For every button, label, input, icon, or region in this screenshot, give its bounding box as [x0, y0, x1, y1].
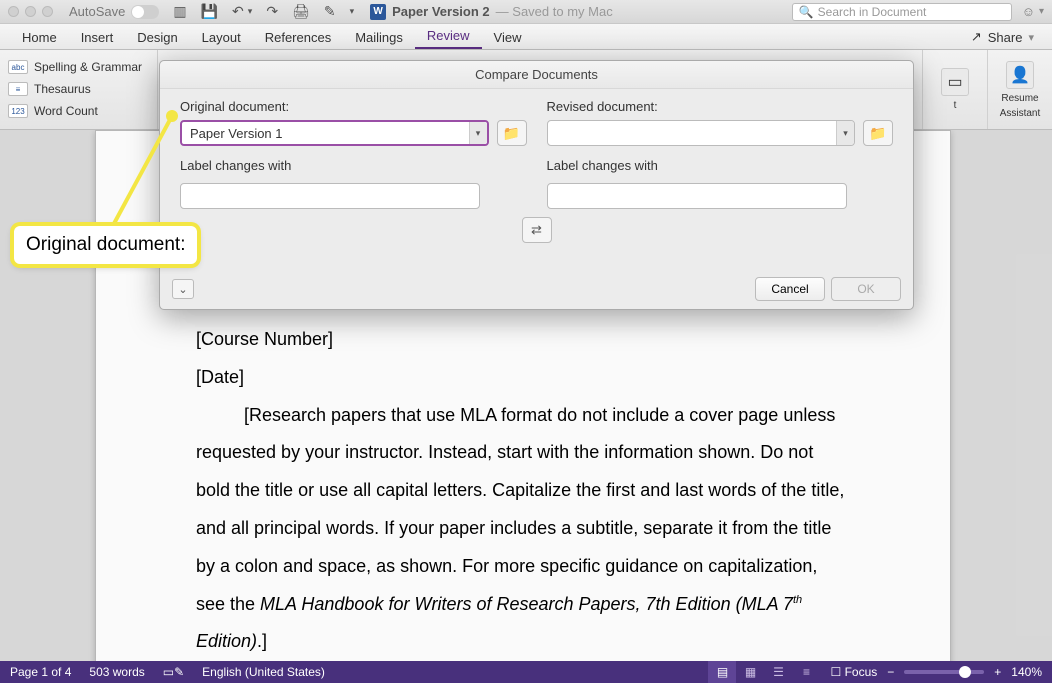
share-icon: ↗ — [971, 29, 982, 45]
draft-view-button[interactable]: ≡ — [792, 661, 820, 683]
doc-status: — Saved to my Mac — [496, 4, 613, 19]
original-document-value: Paper Version 1 — [190, 126, 283, 141]
feedback-icon[interactable]: ☺ — [1022, 4, 1035, 19]
chevron-down-icon: ⌄ — [178, 283, 187, 296]
dialog-title: Compare Documents — [160, 61, 913, 89]
undo-dropdown-icon[interactable]: ▾ — [248, 6, 253, 17]
word-app-icon: W — [370, 4, 386, 20]
ribbon-right: ▭ t 👤 Resume Assistant — [922, 50, 1052, 129]
original-browse-button[interactable]: 📁 — [497, 120, 527, 146]
revised-document-select[interactable]: ▾ — [547, 120, 856, 146]
search-placeholder: Search in Document — [818, 5, 927, 19]
resume-l1: Resume — [1001, 93, 1038, 104]
tab-view[interactable]: View — [482, 26, 534, 49]
view-mode-buttons: ▤ ▦ ☰ ≡ — [708, 661, 820, 683]
word-count-indicator[interactable]: 503 words — [89, 665, 144, 679]
tab-layout[interactable]: Layout — [190, 26, 253, 49]
word-count-button[interactable]: 123 Word Count — [8, 100, 149, 122]
folder-icon: 📁 — [503, 125, 520, 142]
thesaurus-icon: ≡ — [8, 82, 28, 96]
window-controls — [8, 6, 53, 17]
search-input[interactable]: 🔍 Search in Document — [792, 3, 1012, 21]
select-arrow-icon[interactable]: ▾ — [836, 121, 854, 145]
spelling-grammar-button[interactable]: abc Spelling & Grammar — [8, 56, 149, 78]
redo-icon[interactable]: ↷ — [266, 3, 278, 20]
tab-insert[interactable]: Insert — [69, 26, 126, 49]
language-indicator[interactable]: English (United States) — [202, 665, 325, 679]
swap-icon: ⇄ — [531, 222, 542, 238]
folder-icon: 📁 — [869, 125, 886, 142]
focus-mode-button[interactable]: ☐ Focus — [830, 665, 877, 679]
tab-design[interactable]: Design — [125, 26, 189, 49]
zoom-level[interactable]: 140% — [1011, 665, 1042, 679]
spelling-label: Spelling & Grammar — [34, 60, 142, 74]
expand-options-button[interactable]: ⌄ — [172, 279, 194, 299]
tab-references[interactable]: References — [253, 26, 343, 49]
page-indicator[interactable]: Page 1 of 4 — [10, 665, 71, 679]
outline-view-button[interactable]: ☰ — [764, 661, 792, 683]
save-icon[interactable]: 💾 — [201, 3, 218, 20]
quick-access-toolbar: ▥ 💾 ↶ ▾ ↷ 🖨 ✎ ▾ — [173, 3, 354, 20]
resume-assistant-button[interactable]: 👤 Resume Assistant — [987, 50, 1052, 129]
thesaurus-label: Thesaurus — [34, 82, 91, 96]
ok-button[interactable]: OK — [831, 277, 901, 301]
ribbon-group-a[interactable]: ▭ t — [922, 50, 987, 129]
zoom-window-icon[interactable] — [42, 6, 53, 17]
ribbon-group-a-label: t — [954, 100, 957, 111]
minimize-window-icon[interactable] — [25, 6, 36, 17]
tab-home[interactable]: Home — [10, 26, 69, 49]
document-title: W Paper Version 2 — Saved to my Mac — [370, 4, 613, 20]
cancel-button[interactable]: Cancel — [755, 277, 825, 301]
print-layout-view-button[interactable]: ▤ — [708, 661, 736, 683]
revised-label-changes-label: Label changes with — [547, 158, 894, 173]
autosave-toggle[interactable]: AutoSave — [69, 4, 159, 19]
original-column: Original document: Paper Version 1 ▾ 📁 L… — [180, 99, 527, 209]
web-layout-view-button[interactable]: ▦ — [736, 661, 764, 683]
share-label: Share — [988, 30, 1023, 45]
original-label-changes-input[interactable] — [180, 183, 480, 209]
titlebar: AutoSave ▥ 💾 ↶ ▾ ↷ 🖨 ✎ ▾ W Paper Version… — [0, 0, 1052, 24]
zoom-slider[interactable] — [904, 670, 984, 674]
zoom-out-button[interactable]: − — [887, 665, 894, 679]
print-icon[interactable]: 🖨 — [292, 3, 310, 20]
tab-mailings[interactable]: Mailings — [343, 26, 415, 49]
word-count-icon: 123 — [8, 104, 28, 118]
original-document-select[interactable]: Paper Version 1 ▾ — [180, 120, 489, 146]
spellcheck-icon[interactable]: ▭✎ — [163, 665, 184, 679]
feedback-dropdown-icon[interactable]: ▾ — [1039, 6, 1044, 17]
share-button[interactable]: ↗ Share ▾ — [963, 25, 1042, 49]
search-icon: 🔍 — [799, 5, 814, 19]
word-count-label: Word Count — [34, 104, 98, 118]
doc-name: Paper Version 2 — [392, 4, 490, 19]
autosave-switch-icon[interactable] — [131, 5, 159, 19]
autosave-label: AutoSave — [69, 4, 125, 19]
chevron-down-icon[interactable]: ▾ — [1028, 31, 1034, 44]
callout-label: Original document: — [14, 226, 197, 264]
zoom-in-button[interactable]: + — [994, 665, 1001, 679]
revised-document-label: Revised document: — [547, 99, 894, 114]
resume-l2: Assistant — [1000, 108, 1041, 119]
revised-column: Revised document: ▾ 📁 Label changes with — [547, 99, 894, 209]
qat-dropdown-icon[interactable]: ▾ — [350, 6, 355, 17]
revised-label-changes-input[interactable] — [547, 183, 847, 209]
select-arrow-icon[interactable]: ▾ — [469, 122, 487, 144]
compare-documents-dialog: Compare Documents Original document: Pap… — [159, 60, 914, 310]
tab-review[interactable]: Review — [415, 24, 482, 49]
edit-icon[interactable]: ✎ — [324, 3, 336, 20]
generic-ribbon-icon: ▭ — [941, 68, 969, 96]
spelling-icon: abc — [8, 60, 28, 74]
template-icon[interactable]: ▥ — [173, 3, 186, 20]
ribbon-tabs: Home Insert Design Layout References Mai… — [0, 24, 1052, 50]
undo-icon[interactable]: ↶ — [232, 3, 244, 20]
status-bar: Page 1 of 4 503 words ▭✎ English (United… — [0, 661, 1052, 683]
revised-browse-button[interactable]: 📁 — [863, 120, 893, 146]
original-document-label: Original document: — [180, 99, 527, 114]
thesaurus-button[interactable]: ≡ Thesaurus — [8, 78, 149, 100]
close-window-icon[interactable] — [8, 6, 19, 17]
swap-documents-button[interactable]: ⇄ — [522, 217, 552, 243]
resume-assistant-icon: 👤 — [1006, 61, 1034, 89]
original-label-changes-label: Label changes with — [180, 158, 527, 173]
proofing-group: abc Spelling & Grammar ≡ Thesaurus 123 W… — [0, 50, 158, 129]
